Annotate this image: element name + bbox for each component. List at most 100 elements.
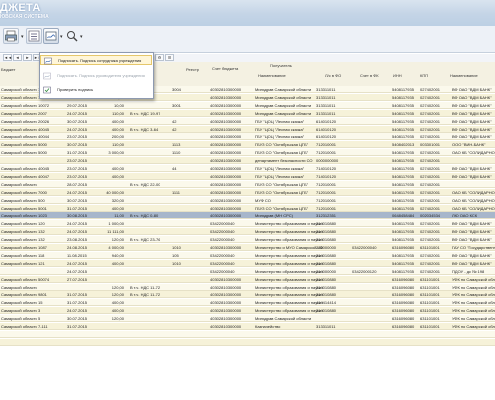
table-cell: 314010880 [316, 276, 337, 282]
col-header-account[interactable]: Счет бюджета [212, 66, 242, 71]
table-row[interactable]: Самарской области 132 24.07.2015 11 111,00 0… [0, 228, 495, 236]
next-page-button[interactable]: ► [23, 54, 32, 61]
table-cell: Самарской области [1, 173, 37, 179]
table-row[interactable]: 24.07.2015 03422000040 Министерство образо… [0, 267, 495, 275]
grid-tool-button-1[interactable]: ⚙ [155, 54, 164, 61]
table-row[interactable]: Самарской области 7-111 31.07.2015 40302810… [0, 323, 495, 330]
table-cell: ООО "ВИН-БАНК" [452, 142, 486, 148]
table-cell: 27.07.2015 [67, 276, 88, 282]
toolbar: ▾ ▾ ▾ [0, 26, 495, 53]
table-row[interactable]: Самарской области 28.07.2015 В т.ч. НДС 22… [0, 180, 495, 188]
table-row[interactable]: Самарской области 120 24.07.2015 1 000,00 03… [0, 220, 495, 228]
table-row[interactable] [0, 330, 495, 338]
table-row[interactable]: Самарской области 118 11.08.2015 940,00 105 0… [0, 251, 495, 259]
table-row[interactable]: Самарской области 120,00 В т.ч. НДС 11-72 4… [0, 283, 495, 291]
table-cell: 5000 [38, 150, 47, 156]
table-cell: 24.07.2015 [67, 221, 88, 227]
table-row[interactable]: Самарской области 5 30.07.2015 120,00 403028… [0, 315, 495, 323]
table-row[interactable]: Самарской области 7000 24.07.2015 40 000,00… [0, 188, 495, 196]
table-cell: 7-111 [38, 324, 48, 329]
table-cell: 24.07.2015 [67, 189, 88, 195]
app-header: ДЖЕТА ЮВСКАЯ СИСТЕМА [0, 0, 495, 26]
table-row[interactable]: Самарской области 5000 30.07.2015 110,00 111… [0, 141, 495, 149]
table-cell: ВФ ОАО "ВДМ БАНК" [452, 252, 492, 258]
table-row[interactable]: Самарской области 2007 24.07.2015 110,00 В т… [0, 109, 495, 117]
table-row[interactable]: Самарской области 40045 23.07.2015 400,00 44… [0, 165, 495, 172]
signature-button[interactable] [43, 28, 59, 44]
menu-item-sign-employee[interactable]: Подписать. Подпись сотрудника учреждения [40, 55, 152, 65]
first-page-button[interactable]: ◄◄ [3, 54, 12, 61]
col-header-name2[interactable]: Наименование [450, 73, 478, 78]
table-cell: Минздрав Самарской области [255, 316, 312, 322]
table-row[interactable]: Самарской области 5001 31.07.2015 400,00 403… [0, 204, 495, 212]
table-row[interactable]: 23.07.2015 40302810300000 департамент безо… [0, 157, 495, 165]
table-cell: 027402001 [420, 94, 441, 100]
col-header-registry[interactable]: Реестр [186, 67, 199, 72]
search-button[interactable] [64, 28, 80, 44]
table-cell: 23.07.2015 [67, 173, 88, 179]
print-button[interactable] [3, 28, 19, 44]
col-header-ls[interactable]: Л/с в ФО [325, 73, 341, 78]
table-cell: Самарской области [1, 189, 37, 195]
table-row[interactable]: Самарской области 40045 24.07.2015 400,00 В … [0, 125, 495, 133]
table-row[interactable]: Самарской области 20026 30.07.2015 400,00 42… [0, 117, 495, 125]
table-cell: ВФ ОАО "ВДМ БАНК" [452, 173, 492, 179]
table-cell: Самарской области [1, 237, 37, 243]
print-dropdown-caret[interactable]: ▾ [21, 34, 24, 40]
col-header-name[interactable]: Наименование [258, 73, 286, 78]
table-row[interactable]: Самарской области 132 23.08.2015 120,00 В т.… [0, 236, 495, 244]
table-cell: 614010120 [316, 118, 337, 124]
col-header-inn[interactable]: ИНН [393, 73, 402, 78]
table-row[interactable]: Самарской области 50074 27.07.2015 40302810… [0, 275, 495, 283]
menu-item-sign-head[interactable]: Подписать. Подпись руководителя учрежден… [40, 71, 152, 81]
table-cell: 105 [172, 252, 179, 258]
table-row[interactable]: Самарской области 9801 31.07.2015 120,00 В т… [0, 291, 495, 299]
table-cell: 10,00 [113, 102, 124, 108]
table-row[interactable]: Самарской области 1087 24.08.2015 4 000,00 1… [0, 244, 495, 251]
table-row[interactable]: Самарской области 40044 23.07.2015 200,00 40… [0, 133, 495, 141]
table-row[interactable]: Самарской области 121 24.07.2015 400,00 1010… [0, 259, 495, 267]
search-dropdown-caret[interactable]: ▾ [80, 34, 83, 40]
table-cell: 314010880 [316, 237, 337, 243]
col-header-budget[interactable]: Бюджет [1, 67, 15, 72]
table-row[interactable]: Самарской области 3 24.07.2015 400,00 403028… [0, 307, 495, 315]
table-cell: 5408117935 [392, 94, 414, 100]
table-cell: 400,00 [111, 300, 124, 306]
table-row[interactable]: Самарской области 10072 29.07.2015 10,00 300… [0, 101, 495, 109]
col-header-kpp[interactable]: КПП [420, 73, 428, 78]
table-row[interactable]: Самарской области 40047 23.07.2015 400,00 40… [0, 172, 495, 180]
table-cell: 1010 [172, 245, 181, 250]
list-icon [27, 30, 41, 44]
table-cell: 712010001 [316, 197, 337, 203]
prev-page-button[interactable]: ◄ [13, 54, 22, 61]
table-row[interactable] [0, 338, 495, 346]
table-row[interactable]: Самарской области 5000 31.07.2015 3 000,00 1… [0, 149, 495, 157]
table-cell: 24.07.2015 [67, 229, 88, 235]
table-cell: МУФ СО [255, 197, 271, 203]
table-cell: ГБУЗ СО "Октябрьская ЦГБ" [255, 205, 309, 211]
table-cell: Самарской области [1, 245, 37, 250]
table-cell: 222000000 [316, 245, 337, 250]
list-button[interactable] [26, 28, 42, 44]
menu-item-verify-signature[interactable]: Проверить подпись [40, 85, 152, 95]
table-cell: 120,00 [111, 292, 124, 298]
table-cell: 027402001 [420, 102, 441, 108]
table-cell: Самарской области [1, 181, 37, 187]
table-cell: 027402001 [420, 197, 441, 203]
table-cell: 312312351 [316, 213, 337, 219]
table-cell: 631101001 [420, 324, 440, 329]
table-cell: 712010001 [316, 150, 337, 156]
table-row[interactable]: Самарской области 500 30.07.2015 320,00 4030… [0, 196, 495, 204]
table-cell: 027402001 [420, 166, 441, 171]
signature-dropdown-caret[interactable]: ▾ [60, 34, 63, 40]
table-row[interactable]: Самарской области 1023 30.08.2015 11,00 В т.… [0, 212, 495, 220]
table-cell: Министерство образования и науки Сам [255, 260, 323, 266]
table-row[interactable]: Самарской области 15 31.07.2015 400,00 40302… [0, 299, 495, 307]
grid-tool-button-2[interactable]: ☰ [165, 54, 174, 61]
table-cell: 712010001 [316, 205, 337, 211]
table-cell: 40302810300000 [210, 110, 242, 116]
col-header-schet[interactable]: Счет в ФК [360, 73, 379, 78]
table-cell: 6316096080 [392, 292, 415, 298]
table-cell: 6316096080 [392, 308, 415, 314]
table-cell: 03422000040 [210, 252, 235, 258]
